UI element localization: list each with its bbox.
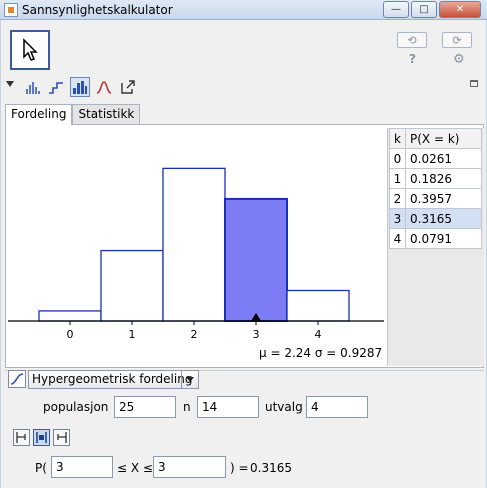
maximize-button[interactable]: □ [411,1,437,18]
distribution-panel: 01234 μ = 2.24 σ = 0.9287 k P(X = k) 0 0.… [5,124,484,368]
x-tick-label: 4 [315,328,322,341]
x-tick-label: 1 [129,328,136,341]
app-client-area: ⟲ ⟳ ? ⚙ Fordeling Statistikk 01234 μ = 2… [0,20,487,488]
title-bar: Sannsynlighetskalkulator — □ ✕ [0,0,487,20]
distribution-selected-value: Hypergeometrisk fordeling [32,372,193,386]
column-header-probability: P(X = k) [405,128,482,149]
x-tick-label: 2 [191,328,198,341]
redo-button[interactable]: ⟳ [442,32,472,48]
undo-button[interactable]: ⟲ [397,32,427,48]
table-row-selected[interactable]: 3 0.3165 [389,208,482,229]
move-tool-button[interactable] [10,30,50,70]
lower-bound-input[interactable] [51,456,113,478]
upper-bound-input[interactable] [153,456,226,478]
population-input[interactable] [114,396,176,418]
table-cell-probability: 0.0791 [405,228,482,249]
table-cell-k: 3 [389,208,406,229]
chevron-down-icon[interactable] [181,371,198,388]
population-label: populasjon [43,400,109,414]
table-header-row: k P(X = k) [389,128,482,149]
histogram-icon[interactable] [70,77,90,97]
histogram-bar [38,310,102,322]
n-label: n [183,400,191,414]
table-cell-k: 2 [389,188,406,209]
window-title: Sannsynlighetskalkulator [22,3,173,17]
distribution-dropdown[interactable]: Hypergeometrisk fordeling [28,370,199,389]
table-cell-probability: 0.3957 [405,188,482,209]
gear-icon[interactable]: ⚙ [453,52,465,67]
two-sided-interval-button[interactable] [33,429,50,446]
probability-prefix: P( [35,461,47,475]
probability-table: k P(X = k) 0 0.0261 1 0.1826 2 0.3957 3 0.31… [389,128,482,249]
table-cell-probability: 0.0261 [405,148,482,169]
view-toolbar [6,76,138,98]
app-icon [4,3,18,17]
distribution-chart: 0 1 2 3 4 [8,167,384,341]
close-button[interactable]: ✕ [439,1,481,18]
cumulative-toggle-button[interactable] [8,370,26,388]
toolbar-collapse-triangle-icon[interactable] [6,81,14,87]
step-graph-icon[interactable] [46,77,66,97]
sample-label: utvalg [265,400,303,414]
table-row[interactable]: 1 0.1826 [389,168,482,189]
help-icon[interactable]: ? [409,52,416,66]
table-cell-k: 0 [389,148,406,169]
n-input[interactable] [197,396,259,418]
table-cell-probability: 0.3165 [405,208,482,229]
tab-fordeling[interactable]: Fordeling [5,104,73,125]
probability-equals: ) = [230,461,249,475]
bar-chart-line-icon[interactable] [22,77,42,97]
table-row[interactable]: 0 0.0261 [389,148,482,169]
probability-result: 0.3165 [250,461,292,475]
histogram-bar [162,167,226,322]
histogram-bar-highlighted [224,197,288,322]
pointer-arrow-icon [23,38,38,61]
table-row[interactable]: 4 0.0791 [389,228,482,249]
left-sided-interval-button[interactable] [13,429,30,446]
window-controls: — □ ✕ [383,1,481,18]
table-cell-k: 4 [389,228,406,249]
x-tick-label: 3 [253,328,260,341]
right-sided-interval-button[interactable] [53,429,70,446]
table-cell-probability: 0.1826 [405,168,482,189]
column-header-k: k [389,128,406,149]
histogram-bar [100,249,164,322]
x-tick-label: 0 [67,328,74,341]
tab-bar: Fordeling Statistikk [5,104,141,125]
histogram-bar [286,289,350,322]
export-icon[interactable] [118,77,138,97]
inequality-label: ≤ X ≤ [117,461,153,475]
table-cell-k: 1 [389,168,406,189]
tab-statistikk[interactable]: Statistikk [72,104,141,124]
normal-overlay-icon[interactable] [94,77,114,97]
dock-icon[interactable] [470,80,478,87]
table-row[interactable]: 2 0.3957 [389,188,482,209]
mean-sd-summary: μ = 2.24 σ = 0.9287 [259,346,383,360]
minimize-button[interactable]: — [383,1,409,18]
sample-input[interactable] [306,396,368,418]
